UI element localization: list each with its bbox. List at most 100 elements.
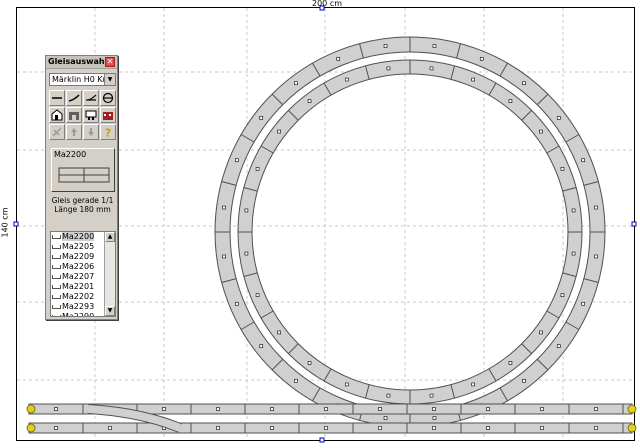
- track-connector: [556, 116, 561, 120]
- svg-text:?: ?: [105, 127, 111, 139]
- signal-icon[interactable]: [83, 107, 99, 123]
- track-connector: [560, 167, 565, 171]
- track-connector: [571, 251, 576, 256]
- track-selection-palette[interactable]: Gleisauswahl ✕ Märklin H0 Ku ▼ ? Ma2200: [45, 55, 118, 320]
- list-item-label: Ma2200: [62, 232, 95, 241]
- track-connector: [540, 426, 544, 430]
- track-connector: [522, 378, 526, 383]
- track-connector: [259, 116, 264, 120]
- straight-track-icon: [52, 245, 61, 249]
- switch-track-icon[interactable]: [83, 90, 99, 106]
- bridge-icon[interactable]: [66, 107, 82, 123]
- track-connector: [255, 167, 260, 171]
- track-connector: [383, 416, 388, 420]
- track-connector: [556, 344, 561, 348]
- scroll-up-icon[interactable]: ▲: [105, 232, 115, 242]
- chevron-down-icon[interactable]: ▼: [104, 74, 115, 85]
- track-connector: [471, 382, 475, 387]
- tool-row-misc: ?: [49, 124, 116, 140]
- list-item-label: Ma2293: [62, 302, 95, 311]
- track-system-value: Märklin H0 Ku: [52, 75, 104, 84]
- preview-track-name: Ma2200: [54, 150, 87, 159]
- turntable-icon[interactable]: [100, 90, 116, 106]
- curve-track-icon[interactable]: [66, 90, 82, 106]
- track-connector: [560, 293, 565, 297]
- list-item-label: Ma2206: [62, 262, 95, 271]
- track-connector: [429, 393, 434, 398]
- track-connector: [571, 208, 576, 213]
- track-connector: [594, 407, 598, 411]
- upload-icon[interactable]: [66, 124, 82, 140]
- buffer-stop: [26, 423, 36, 433]
- track-connector: [54, 426, 58, 430]
- track-connector: [162, 407, 166, 411]
- track-connector: [234, 158, 239, 163]
- palette-titlebar[interactable]: Gleisauswahl ✕: [46, 56, 117, 69]
- track-connector: [259, 344, 264, 348]
- close-icon[interactable]: ✕: [105, 57, 115, 67]
- track-connector: [324, 407, 328, 411]
- track-connector: [386, 393, 391, 398]
- track-connector: [486, 407, 490, 411]
- straight-track-icon: [52, 255, 61, 259]
- track-connector: [277, 330, 281, 335]
- list-item-label: Ma2205: [62, 242, 95, 251]
- station-building-icon[interactable]: [49, 107, 65, 123]
- scroll-down-icon[interactable]: ▼: [105, 306, 115, 316]
- track-connector: [540, 407, 544, 411]
- track-preview: Ma2200: [51, 148, 115, 192]
- straight-track-icon: [52, 285, 61, 289]
- tool-row-tracks: [49, 90, 116, 106]
- download-icon[interactable]: [83, 124, 99, 140]
- track-article-list[interactable]: Ma2200 Ma2205 Ma2209 Ma2206 Ma2207 Ma2201 Ma22…: [50, 231, 116, 317]
- buffer-stop: [627, 423, 637, 433]
- track-connector: [581, 158, 586, 163]
- track-connector: [54, 407, 58, 411]
- track-connector: [378, 407, 382, 411]
- track-connector: [244, 208, 249, 213]
- track-connector: [270, 426, 274, 430]
- track-connector: [508, 99, 513, 103]
- track-connector: [429, 66, 434, 71]
- track-connector: [222, 205, 226, 210]
- track-connector: [234, 301, 239, 306]
- help-icon[interactable]: ?: [100, 124, 116, 140]
- preview-track-icon: [58, 167, 110, 183]
- list-scrollbar[interactable]: ▲ ▼: [104, 232, 115, 316]
- straight-track-icon: [52, 305, 61, 309]
- track-connector: [108, 426, 112, 430]
- track-connector: [244, 251, 249, 256]
- track-connector: [432, 416, 437, 420]
- track-connector: [432, 407, 436, 411]
- buildings-icon[interactable]: [100, 107, 116, 123]
- track-connector: [522, 81, 526, 86]
- track-connector: [539, 129, 543, 134]
- palette-title: Gleisauswahl: [48, 57, 108, 66]
- track-connector: [345, 382, 349, 387]
- track-connector: [432, 44, 437, 48]
- track-connector: [277, 129, 281, 134]
- track-system-select[interactable]: Märklin H0 Ku ▼: [49, 73, 116, 86]
- track-connector: [216, 426, 220, 430]
- disabled-tool-icon[interactable]: [49, 124, 65, 140]
- track-connector: [378, 426, 382, 430]
- track-connector: [270, 407, 274, 411]
- track-connector: [594, 426, 598, 430]
- track-connector: [432, 426, 436, 430]
- list-item-label: Ma2201: [62, 282, 95, 291]
- track-connector: [539, 330, 543, 335]
- straight-track-icon: [52, 295, 61, 299]
- track-connector: [471, 77, 475, 82]
- buffer-stop: [627, 404, 637, 414]
- track-planner-canvas[interactable]: 200 cm 140 cm Gleisauswahl ✕ Märklin H0 …: [0, 0, 640, 448]
- straight-track-icon: [52, 275, 61, 279]
- straight-track-icon[interactable]: [49, 90, 65, 106]
- track-description: Gleis gerade 1/1: [51, 196, 114, 205]
- straight-track-icon: [52, 235, 61, 239]
- track-connector: [307, 99, 312, 103]
- height-dimension-label: 140 cm: [0, 207, 10, 238]
- track-connector: [594, 205, 598, 210]
- track-connector: [383, 44, 388, 48]
- track-connector: [508, 361, 513, 365]
- track-connector: [345, 77, 349, 82]
